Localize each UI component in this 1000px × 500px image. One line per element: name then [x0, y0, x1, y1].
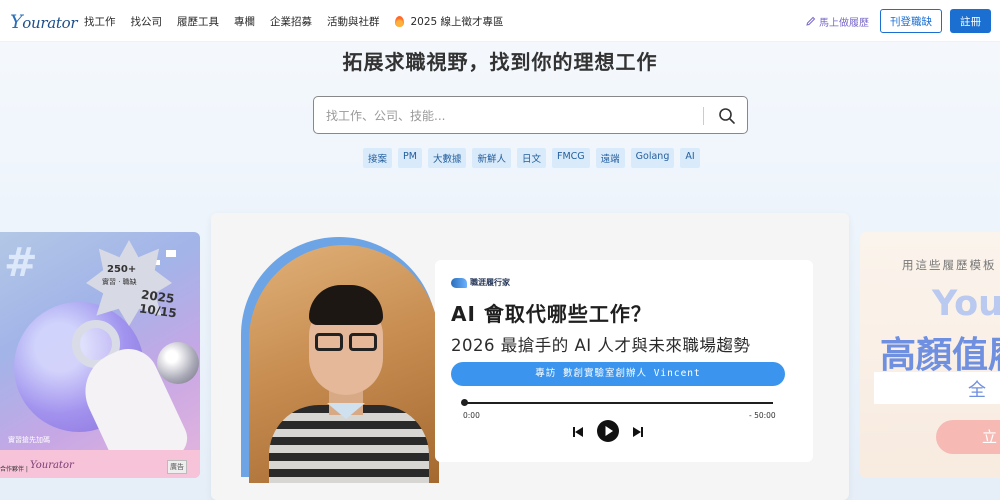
tag-freelance[interactable]: 接案	[363, 148, 393, 168]
time-remaining: - 50:00	[749, 411, 776, 420]
interview-pill: 專訪 數創實驗室創辦人 Vincent	[451, 362, 785, 386]
audio-progress-handle[interactable]	[461, 399, 468, 406]
slide-date: 2025 10/15	[138, 288, 179, 321]
ad-badge: 廣告	[167, 460, 187, 474]
audio-progress-bar[interactable]	[463, 402, 773, 404]
tag-pm[interactable]: PM	[398, 148, 422, 168]
podcast-brand-label: 職涯履行家	[470, 278, 510, 287]
flame-icon	[394, 15, 404, 27]
previous-icon[interactable]	[571, 425, 585, 439]
tag-ai[interactable]: AI	[680, 148, 700, 168]
badge-count: 250+	[107, 264, 137, 275]
square-decoration	[166, 250, 176, 257]
hero-title: 拓展求職視野，找到你的理想工作	[342, 50, 658, 74]
hash-decoration: #	[4, 240, 38, 286]
register-button[interactable]: 註冊	[950, 9, 991, 33]
make-resume-link[interactable]: 馬上做履歷	[806, 14, 869, 29]
search-input[interactable]	[326, 106, 696, 126]
slide-brand: Yourator	[30, 460, 74, 471]
resume-promo-line1: 用這些履歷模板	[902, 258, 997, 272]
nav-resume-tools[interactable]: 履歷工具	[177, 14, 219, 29]
badge-label: 實習 · 職缺	[102, 278, 137, 286]
top-navbar: Yourator 找工作 找公司 履歷工具 專欄 企業招募 活動與社群 2025…	[0, 0, 1000, 42]
time-elapsed: 0:00	[463, 411, 480, 420]
tag-japanese[interactable]: 日文	[516, 148, 546, 168]
tag-golang[interactable]: Golang	[630, 148, 675, 168]
search-bar	[313, 96, 748, 134]
resume-promo-line4: 全 新	[968, 380, 1000, 401]
nav-columns[interactable]: 專欄	[234, 14, 255, 29]
striped-sweater	[269, 405, 429, 483]
ball-decoration	[157, 342, 199, 384]
slide-caption: 實習搶先加碼	[8, 436, 50, 444]
glasses-left	[315, 333, 343, 351]
tag-fmcg[interactable]: FMCG	[552, 148, 590, 168]
nav-find-companies[interactable]: 找公司	[131, 14, 163, 29]
play-icon[interactable]	[596, 419, 620, 443]
partner-label: 合作夥伴 |	[0, 466, 28, 473]
make-resume-label: 馬上做履歷	[819, 17, 869, 29]
podcast-title: AI 會取代哪些工作？	[451, 302, 652, 326]
nav-find-jobs[interactable]: 找工作	[84, 14, 116, 29]
resume-promo-line2: Your	[932, 284, 1000, 324]
podcast-brand: 職涯履行家	[451, 277, 510, 288]
host-photo-frame	[241, 237, 439, 483]
nav-links: 找工作 找公司 履歷工具 專欄 企業招募 活動與社群 2025 線上徵才專區	[84, 0, 504, 42]
podcast-logo-icon	[451, 277, 467, 288]
pencil-icon	[806, 16, 816, 26]
nav-online-job-fair-label: 2025 線上徵才專區	[410, 15, 504, 28]
nav-actions: 馬上做履歷 刊登職缺 註冊	[806, 9, 991, 33]
nav-employer-recruiting[interactable]: 企業招募	[270, 14, 312, 29]
carousel-slide-podcast[interactable]: 職涯履行家 AI 會取代哪些工作？ 2026 最搶手的 AI 人才與未來職場趨勢…	[211, 213, 849, 500]
host-photo	[249, 245, 439, 483]
carousel-slide-internship[interactable]: # 250+ 實習 · 職缺 2025 10/15 實習搶先加碼 合作夥伴 | Y…	[0, 232, 200, 478]
tag-big-data[interactable]: 大數據	[427, 148, 467, 168]
search-icon[interactable]	[718, 107, 736, 125]
hair	[309, 285, 383, 325]
carousel-slide-resume-templates[interactable]: 用這些履歷模板 Your 高顏值履 全 新 立	[860, 232, 1000, 478]
nav-online-job-fair[interactable]: 2025 線上徵才專區	[394, 14, 504, 29]
resume-promo-button[interactable]: 立	[936, 420, 1000, 454]
tag-new-grad[interactable]: 新鮮人	[472, 148, 511, 168]
yourator-logo[interactable]: Yourator	[10, 11, 77, 33]
podcast-card: 職涯履行家 AI 會取代哪些工作？ 2026 最搶手的 AI 人才與未來職場趨勢…	[435, 260, 813, 462]
post-job-button[interactable]: 刊登職缺	[880, 9, 942, 33]
next-icon[interactable]	[631, 425, 645, 439]
popular-tags: 接案 PM 大數據 新鮮人 日文 FMCG 遠端 Golang AI	[363, 148, 700, 168]
tag-remote[interactable]: 遠端	[595, 148, 625, 168]
resume-promo-line3: 高顏值履	[880, 335, 1000, 376]
glasses-right	[349, 333, 377, 351]
nav-events-community[interactable]: 活動與社群	[327, 14, 380, 29]
podcast-subtitle: 2026 最搶手的 AI 人才與未來職場趨勢	[451, 336, 751, 355]
search-divider	[703, 107, 704, 125]
